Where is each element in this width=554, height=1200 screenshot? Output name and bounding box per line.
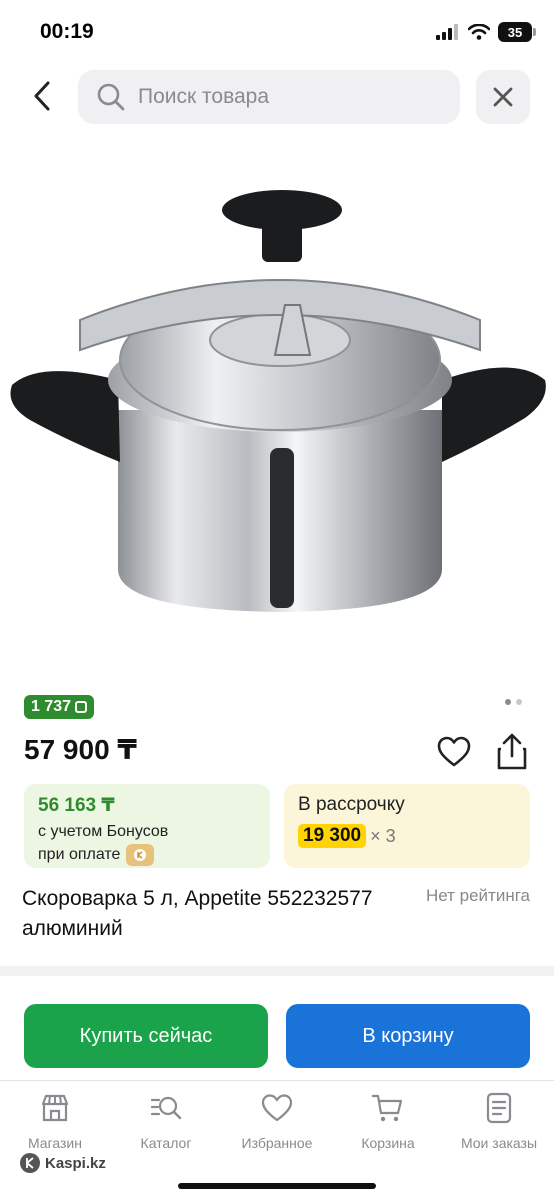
product-image[interactable] (0, 180, 554, 630)
tab-label: Корзина (361, 1135, 415, 1151)
bonus-price-amount: 56 163 ₸ (38, 795, 115, 816)
pagination-dot (505, 699, 511, 705)
installment-title: В рассрочку (298, 794, 405, 815)
tab-orders[interactable]: Мои заказы (444, 1091, 554, 1151)
product-price: 57 900 ₸ (24, 734, 137, 765)
rating-text[interactable]: Нет рейтинга (426, 886, 530, 906)
image-pagination (505, 699, 522, 705)
kaspi-card-icon (126, 844, 155, 866)
status-time: 00:19 (40, 20, 94, 43)
battery-icon: 35 (498, 22, 536, 42)
section-divider (0, 966, 554, 976)
pagination-dot (516, 699, 522, 705)
share-icon[interactable] (494, 732, 530, 772)
bonus-points-value: 1 737 (31, 698, 72, 715)
installment-card[interactable]: В рассрочку 19 300 × 3 (284, 784, 530, 868)
back-button[interactable] (22, 76, 62, 116)
bonus-price-line2-row: при оплате (38, 844, 256, 866)
brand-name: Kaspi.kz (45, 1154, 106, 1172)
bonus-price-line2: при оплате (38, 846, 121, 863)
tab-cart[interactable]: Корзина (333, 1091, 443, 1151)
installment-row: 19 300 × 3 (298, 824, 516, 848)
chevron-left-icon (34, 81, 50, 111)
battery-level: 35 (507, 24, 523, 40)
product-title: Скороварка 5 л, Appetite 552232577 алюми… (22, 887, 373, 940)
search-input[interactable] (138, 85, 418, 109)
tab-label: Магазин (27, 1135, 82, 1151)
kaspi-logo-icon (20, 1153, 40, 1173)
brand-mark: Kaspi.kz (20, 1153, 106, 1173)
bonus-price-line1: с учетом Бонусов (38, 823, 169, 840)
tab-label: Мои заказы (460, 1135, 538, 1151)
catalog-search-icon (150, 1096, 182, 1120)
tab-store[interactable]: Магазин (0, 1091, 110, 1151)
wifi-icon (468, 24, 490, 40)
tab-label: Каталог (140, 1135, 192, 1151)
close-button[interactable] (476, 70, 530, 124)
installment-multiplier: × 3 (370, 825, 396, 846)
close-icon (493, 87, 513, 107)
installment-monthly: 19 300 (298, 824, 367, 848)
search-icon (97, 83, 125, 111)
add-to-cart-button[interactable]: В корзину (286, 1004, 530, 1068)
search-bar[interactable] (78, 70, 460, 124)
store-icon (41, 1094, 69, 1122)
tab-label: Избранное (241, 1135, 313, 1151)
status-bar: 00:19 35 (0, 0, 554, 64)
tab-catalog[interactable]: Каталог (111, 1091, 221, 1151)
signal-icon (436, 24, 458, 40)
bonus-icon (75, 701, 88, 713)
top-bar (0, 70, 554, 124)
heart-icon (261, 1094, 293, 1122)
buy-now-button[interactable]: Купить сейчас (24, 1004, 268, 1068)
heart-icon[interactable] (436, 734, 472, 770)
bonus-points-badge: 1 737 (24, 695, 95, 719)
cart-icon (371, 1094, 403, 1122)
orders-icon (486, 1092, 512, 1124)
tab-bar: Магазин Каталог Избранное Корзина Мои за… (0, 1080, 554, 1200)
status-icons: 35 (436, 22, 536, 42)
bonus-price-card[interactable]: 56 163 ₸ с учетом Бонусов при оплате (24, 784, 270, 868)
tab-favorites[interactable]: Избранное (222, 1091, 332, 1151)
home-indicator[interactable] (178, 1183, 376, 1189)
